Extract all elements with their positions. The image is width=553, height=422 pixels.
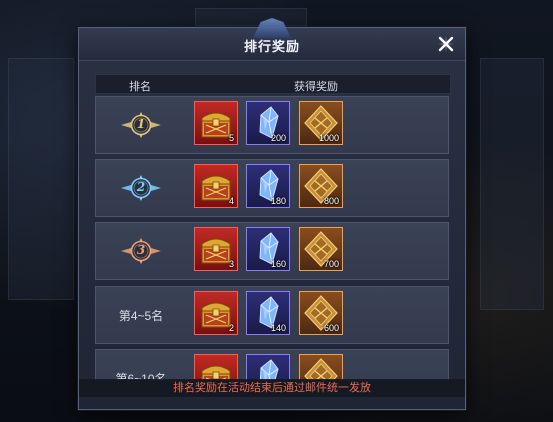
rewards-list[interactable]: 1 5 200 1000 2 4 180 800 3 3 160 700 第4~5名 2 140 600 第6~…: [95, 96, 449, 380]
reward-item-chest[interactable]: 5: [194, 101, 238, 145]
reward-quantity: 3: [228, 259, 234, 269]
dialog-header: 排行奖励: [79, 18, 465, 61]
blue-crystal-icon: [247, 355, 289, 380]
reward-item-chest[interactable]: 4: [194, 164, 238, 208]
close-button[interactable]: [435, 33, 457, 55]
reward-quantity: 180: [270, 196, 286, 206]
rank-rewards-dialog: 排行奖励 排名 获得奖励 1 5 200 1000 2 4 180 800 3 3 160 700 第4…: [78, 18, 466, 410]
reward-item-coin[interactable]: [299, 354, 343, 380]
reward-quantity: 140: [270, 323, 286, 333]
reward-item-chest[interactable]: [194, 354, 238, 380]
rank-label: 第4~5名: [118, 308, 164, 323]
treasure-chest-icon: [195, 355, 237, 380]
background-panel-right: [480, 58, 544, 310]
reward-quantity: 600: [323, 323, 339, 333]
footer-note: 排名奖励在活动结束后通过邮件统一发放: [79, 379, 465, 397]
reward-item-crystal[interactable]: 140: [246, 291, 290, 335]
background-top-banner: [195, 8, 307, 26]
rank-badge-number: 2: [136, 180, 146, 194]
reward-item-crystal[interactable]: 180: [246, 164, 290, 208]
column-header-rank: 排名: [129, 81, 151, 93]
reward-row: 3 3 160 700: [95, 222, 449, 280]
reward-item-crystal[interactable]: 160: [246, 227, 290, 271]
rank-cell: 2: [96, 160, 186, 216]
reward-row: 第4~5名 2 140 600: [95, 286, 449, 344]
reward-row: 第6~10名: [95, 349, 449, 380]
reward-item-chest[interactable]: 3: [194, 227, 238, 271]
reward-item-coin[interactable]: 600: [299, 291, 343, 335]
reward-quantity: 200: [270, 133, 286, 143]
reward-item-chest[interactable]: 2: [194, 291, 238, 335]
reward-quantity: 160: [270, 259, 286, 269]
reward-row: 1 5 200 1000: [95, 96, 449, 154]
background-panel-left: [8, 58, 74, 300]
reward-quantity: 2: [228, 323, 234, 333]
reward-quantity: 4: [228, 196, 234, 206]
rank-badge-icon: 1: [119, 110, 163, 140]
reward-item-coin[interactable]: 700: [299, 227, 343, 271]
rank-badge-number: 1: [136, 117, 146, 131]
reward-item-crystal[interactable]: [246, 354, 290, 380]
rank-cell: 1: [96, 97, 186, 153]
rank-cell: 第4~5名: [96, 287, 186, 343]
reward-item-coin[interactable]: 800: [299, 164, 343, 208]
reward-row: 2 4 180 800: [95, 159, 449, 217]
dialog-title: 排行奖励: [243, 39, 300, 54]
reward-item-crystal[interactable]: 200: [246, 101, 290, 145]
rank-cell: 第6~10名: [96, 350, 186, 381]
reward-item-coin[interactable]: 1000: [299, 101, 343, 145]
table-header: 排名 获得奖励: [95, 74, 451, 94]
reward-quantity: 1000: [318, 133, 339, 143]
reward-quantity: 700: [323, 259, 339, 269]
rank-badge-icon: 3: [119, 236, 163, 266]
reward-quantity: 5: [228, 133, 234, 143]
rank-badge-number: 3: [136, 243, 146, 257]
rank-cell: 3: [96, 223, 186, 279]
column-header-rewards: 获得奖励: [294, 81, 338, 93]
rank-badge-icon: 2: [119, 173, 163, 203]
close-x-icon: [438, 36, 454, 52]
reward-quantity: 800: [323, 196, 339, 206]
gold-coin-icon: [300, 355, 342, 380]
